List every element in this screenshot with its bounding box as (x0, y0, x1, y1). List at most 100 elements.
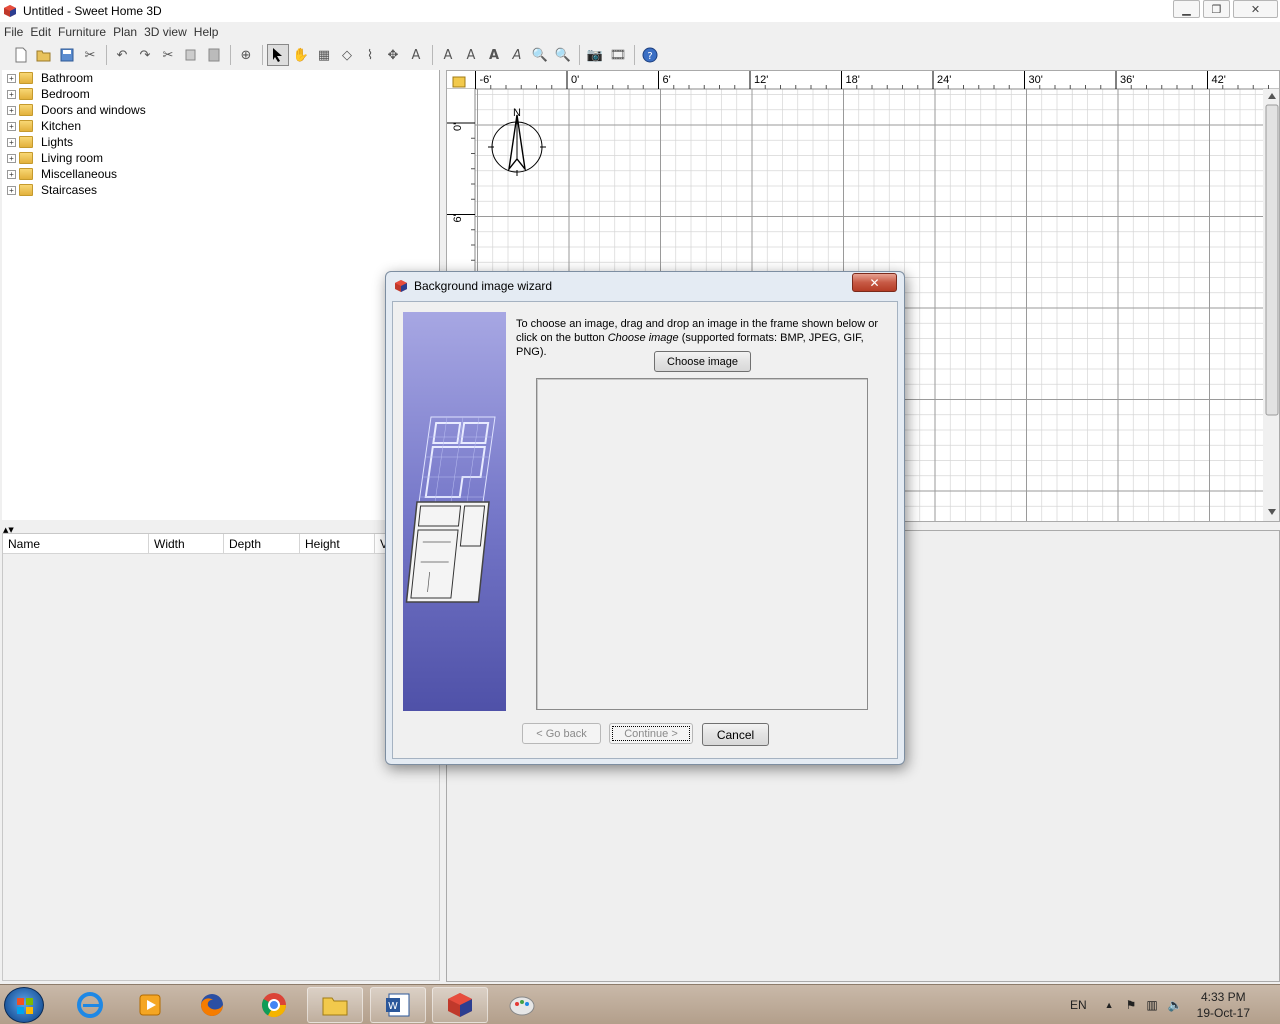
continue-button[interactable]: Continue > (609, 723, 693, 744)
restore-button[interactable]: ❐ (1203, 0, 1230, 18)
paint-taskbar-icon[interactable] (494, 987, 550, 1023)
column-header-depth[interactable]: Depth (224, 534, 300, 553)
new-home-icon[interactable] (10, 44, 32, 66)
plan-lock-icon (452, 76, 466, 88)
menu-file[interactable]: File (4, 25, 23, 39)
network-icon[interactable]: ▥ (1146, 998, 1157, 1012)
media-player-taskbar-icon[interactable] (122, 987, 178, 1023)
bold-text-icon[interactable]: A (483, 44, 505, 66)
firefox-taskbar-icon[interactable] (184, 987, 240, 1023)
zoom-out-icon[interactable]: 🔍 (552, 44, 574, 66)
expand-icon[interactable]: + (7, 153, 16, 163)
menu-help[interactable]: Help (194, 25, 219, 39)
catalog-category-bedroom[interactable]: + Bedroom (2, 86, 439, 102)
windows-logo-icon (17, 998, 33, 1014)
action-center-flag-icon[interactable]: ⚑ (1126, 998, 1137, 1012)
column-header-name[interactable]: Name (3, 534, 149, 553)
choose-image-button[interactable]: Choose image (654, 351, 751, 372)
zoom-in-icon[interactable]: 🔍 (529, 44, 551, 66)
create-photo-icon[interactable]: 📷 (584, 44, 606, 66)
wizard-illustration (403, 312, 506, 711)
image-drop-frame[interactable] (536, 378, 868, 710)
expand-icon[interactable]: + (7, 105, 16, 115)
save-icon[interactable] (56, 44, 78, 66)
catalog-category-staircases[interactable]: + Staircases (2, 182, 439, 198)
menu-edit[interactable]: Edit (30, 25, 51, 39)
cancel-button[interactable]: Cancel (702, 723, 769, 746)
add-text-icon[interactable]: A (405, 44, 427, 66)
select-mode-icon[interactable] (267, 44, 289, 66)
ruler-x-label: 30' (1029, 74, 1043, 86)
cut-tool-icon[interactable]: ✂ (79, 44, 101, 66)
minimize-button[interactable]: ▁ (1173, 0, 1200, 18)
chrome-taskbar-icon[interactable] (246, 987, 302, 1023)
column-header-height[interactable]: Height (300, 534, 375, 553)
dialog-close-button[interactable]: ✕ (852, 273, 897, 292)
create-video-icon[interactable]: 🎞 (607, 44, 629, 66)
catalog-category-lights[interactable]: + Lights (2, 134, 439, 150)
ruler-y-label: 6' (452, 214, 464, 222)
create-dimensions-icon[interactable]: ✥ (382, 44, 404, 66)
folder-icon (19, 152, 33, 164)
undo-icon[interactable]: ↶ (111, 44, 133, 66)
dialog-title: Background image wizard (414, 279, 553, 293)
create-rooms-icon[interactable]: ◇ (336, 44, 358, 66)
column-header-width[interactable]: Width (149, 534, 224, 553)
file-explorer-taskbar-icon[interactable] (307, 987, 363, 1023)
expand-icon[interactable]: + (7, 73, 16, 83)
ruler-x-label: 42' (1212, 74, 1226, 86)
volume-icon[interactable]: 🔈 (1168, 998, 1183, 1012)
catalog-splitter[interactable]: ▲▼ (0, 521, 444, 534)
menu-3d-view[interactable]: 3D view (144, 25, 187, 39)
floor-plan-illustration-icon (405, 416, 496, 603)
svg-text:?: ? (647, 51, 652, 62)
paste-icon[interactable] (203, 44, 225, 66)
add-furniture-icon[interactable]: ⊕ (235, 44, 257, 66)
background-image-wizard-dialog: Background image wizard ✕ To choose an i… (385, 271, 905, 765)
word-taskbar-icon[interactable]: W (370, 987, 426, 1023)
sweet-home-3d-icon (4, 5, 16, 17)
help-icon[interactable]: ? (639, 44, 661, 66)
toolbar-separator (262, 45, 263, 65)
expand-icon[interactable]: + (7, 169, 16, 179)
create-walls-icon[interactable]: ▦ (313, 44, 335, 66)
italic-text-icon[interactable]: A (506, 44, 528, 66)
open-icon[interactable] (33, 44, 55, 66)
pan-mode-icon[interactable]: ✋ (290, 44, 312, 66)
create-polylines-icon[interactable]: ⌇ (359, 44, 381, 66)
ruler-x-label: 6' (663, 74, 671, 86)
menu-plan[interactable]: Plan (113, 25, 137, 39)
language-indicator[interactable]: EN (1070, 998, 1087, 1012)
expand-icon[interactable]: + (7, 185, 16, 195)
internet-explorer-taskbar-icon[interactable] (62, 987, 118, 1023)
toolbar-separator (432, 45, 433, 65)
redo-icon[interactable]: ↷ (134, 44, 156, 66)
catalog-category-bathroom[interactable]: + Bathroom (2, 70, 439, 86)
dialog-title-bar: Background image wizard (394, 279, 552, 293)
category-label: Doors and windows (41, 103, 146, 117)
start-button[interactable] (4, 987, 44, 1023)
furniture-catalog-tree: + Bathroom + Bedroom + Doors and windows + K… (2, 70, 440, 520)
instructions-italic-text: Choose image (607, 332, 679, 344)
catalog-category-kitchen[interactable]: + Kitchen (2, 118, 439, 134)
decrease-text-size-icon[interactable]: A (460, 44, 482, 66)
menu-furniture[interactable]: Furniture (58, 25, 106, 39)
copy-icon[interactable] (180, 44, 202, 66)
expand-icon[interactable]: + (7, 121, 16, 131)
increase-text-size-icon[interactable]: A (437, 44, 459, 66)
catalog-category-living-room[interactable]: + Living room (2, 150, 439, 166)
catalog-category-doors-windows[interactable]: + Doors and windows (2, 102, 439, 118)
taskbar: W EN ▲ ⚑ ▥ 🔈 4:33 PM 19-Oct-17 (0, 984, 1280, 1024)
catalog-category-miscellaneous[interactable]: + Miscellaneous (2, 166, 439, 182)
go-back-button[interactable]: < Go back (522, 723, 601, 744)
expand-icon[interactable]: + (7, 137, 16, 147)
cut-icon[interactable]: ✂ (157, 44, 179, 66)
ruler-x-label: -6' (480, 74, 492, 86)
window-close-button[interactable]: ✕ (1233, 0, 1278, 18)
clock[interactable]: 4:33 PM 19-Oct-17 (1197, 989, 1250, 1021)
expand-icon[interactable]: + (7, 89, 16, 99)
category-label: Miscellaneous (41, 167, 118, 181)
window-title: Untitled - Sweet Home 3D (23, 4, 162, 18)
show-hidden-icons-icon[interactable]: ▲ (1105, 1000, 1114, 1010)
sweet-home-3d-taskbar-icon[interactable] (432, 987, 488, 1023)
